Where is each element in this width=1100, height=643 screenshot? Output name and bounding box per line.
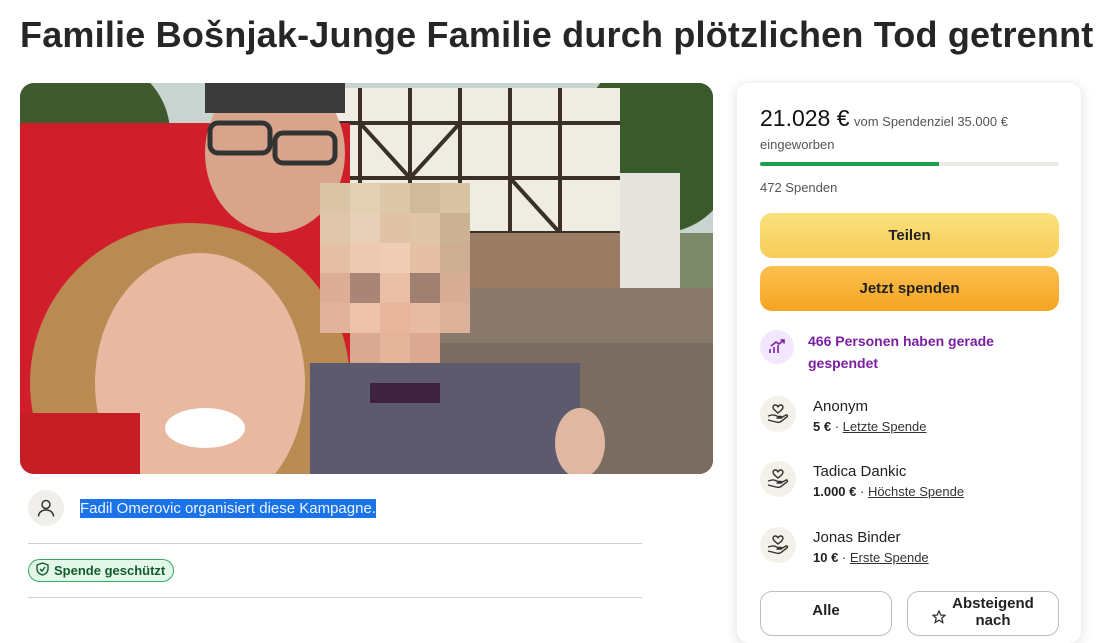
donate-button[interactable]: Jetzt spenden <box>760 266 1059 311</box>
donor-amount: 1.000 € <box>813 483 857 499</box>
organizer-row: Fadil Omerovic organisiert diese Kampagn… <box>28 490 376 526</box>
sort-label-line1: Absteigend <box>952 595 1034 612</box>
donor-tag-link[interactable]: Letzte Spende <box>843 419 927 434</box>
heart-hand-icon <box>760 527 796 563</box>
trending-text: 466 Personen haben gerade gespendet <box>808 333 994 372</box>
campaign-photo <box>20 83 713 474</box>
donor-name: Anonym <box>813 398 869 415</box>
divider <box>28 597 642 598</box>
filter-all-button[interactable]: Alle <box>760 591 892 636</box>
donation-count: 472 Spenden <box>760 180 838 195</box>
donor-item: Anonym 5 € · Letzte Spende <box>760 396 927 437</box>
protected-label: Spende geschützt <box>54 563 166 578</box>
page-title: Familie Bošnjak-Junge Familie durch plöt… <box>20 14 1094 55</box>
donation-card: 21.028 € vom Spendenziel 35.000 € eingew… <box>737 83 1081 643</box>
share-button[interactable]: Teilen <box>760 213 1059 258</box>
heart-hand-icon <box>760 461 796 497</box>
donor-name: Tadica Dankic <box>813 463 907 480</box>
trending-up-icon <box>760 330 794 364</box>
protected-badge[interactable]: Spende geschützt <box>28 559 175 582</box>
trending-notice: 466 Personen haben gerade gespendet <box>760 330 1038 375</box>
sort-label-line2: nach <box>975 611 1011 629</box>
donor-name: Jonas Binder <box>813 529 901 546</box>
amount-line: 21.028 € vom Spendenziel 35.000 € eingew… <box>760 103 1060 156</box>
donor-tag-link[interactable]: Erste Spende <box>850 550 929 565</box>
donor-item: Jonas Binder 10 € · Erste Spende <box>760 527 929 568</box>
progress-fill <box>760 162 940 166</box>
user-avatar-icon <box>28 490 64 526</box>
donor-amount: 10 € <box>813 549 839 565</box>
divider <box>28 543 642 544</box>
organizer-text: Fadil Omerovic organisiert diese Kampagn… <box>80 498 376 518</box>
raised-amount: 21.028 € <box>760 105 850 131</box>
shield-icon <box>36 562 49 579</box>
star-icon <box>931 609 947 628</box>
donor-item: Tadica Dankic 1.000 € · Höchste Spende <box>760 461 964 502</box>
donor-amount: 5 € <box>813 418 832 434</box>
progress-bar <box>760 162 1059 166</box>
sort-button[interactable]: Absteigend nach <box>907 591 1059 636</box>
heart-hand-icon <box>760 396 796 432</box>
donor-tag-link[interactable]: Höchste Spende <box>868 484 964 499</box>
